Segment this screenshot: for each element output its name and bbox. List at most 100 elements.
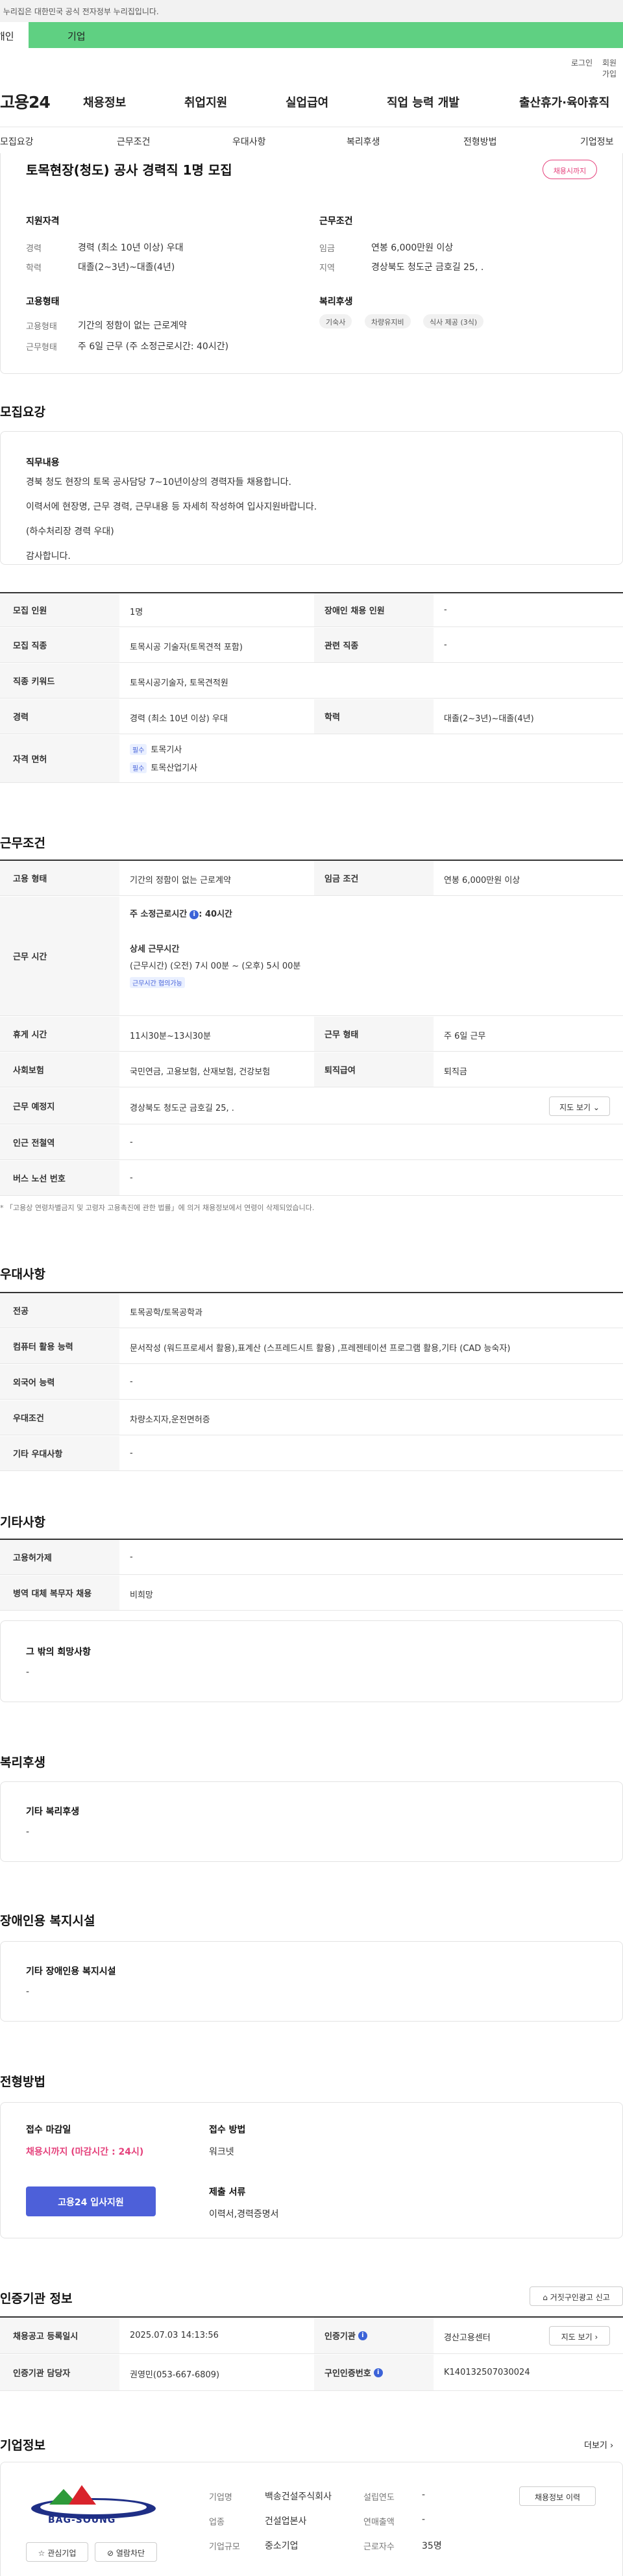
- favorite-company-button[interactable]: ☆ 관심기업: [26, 2542, 88, 2562]
- anchor-recruit[interactable]: 모집요강: [0, 135, 34, 148]
- anchor-preference[interactable]: 우대사항: [232, 135, 266, 148]
- apply-button[interactable]: 고용24 입사지원: [26, 2186, 156, 2216]
- deadline-badge: 채용시까지: [543, 160, 597, 179]
- row-label: 버스 노선 번호: [0, 1161, 119, 1195]
- welfare-chip: 기숙사: [319, 314, 352, 328]
- block-company-button[interactable]: ⊘ 열람차단: [95, 2542, 157, 2562]
- login-link[interactable]: 로그인: [571, 57, 592, 68]
- emp-type-value: 기간의 정함이 없는 근로계약: [78, 321, 187, 331]
- anchor-conditions[interactable]: 근무조건: [117, 135, 151, 148]
- license-name: 토목기사: [151, 745, 182, 755]
- tab-personal[interactable]: 개인: [0, 22, 29, 48]
- table-row: 고용 형태 기간의 정함이 없는 근로계약 임금 조건 연봉 6,000만원 이…: [0, 861, 623, 896]
- company-name-label: 기업명: [209, 2493, 232, 2503]
- license-name: 토목산업기사: [151, 763, 198, 773]
- edu-label: 학력: [26, 264, 42, 273]
- table-row: 병역 대체 복무자 채용 비희망: [0, 1576, 623, 1611]
- table-row: 외국어 능력 -: [0, 1365, 623, 1400]
- row-label: 전공: [0, 1293, 119, 1328]
- work-type-label: 근무형태: [26, 343, 57, 353]
- table-row: 기타 우대사항 -: [0, 1436, 623, 1471]
- gnb-parental-leave[interactable]: 출산휴가·육아휴직: [519, 93, 609, 110]
- related-job: -: [444, 640, 447, 650]
- tab-company[interactable]: 기업: [29, 22, 623, 48]
- work-type: 주 6일 근무: [444, 1032, 486, 1041]
- table-row: 모집 직종 토목시공 기술자(토목견적 포함) 관련 직종 -: [0, 628, 623, 663]
- certifying-agency: 경산고용센터: [444, 2333, 491, 2343]
- employment-heading: 고용형태: [26, 297, 60, 307]
- table-row: 직종 키워드 토목시공기술자, 토목견적원: [0, 663, 623, 699]
- table-row: 자격 면허 필수 토목기사 필수 토목산업기사: [0, 735, 623, 783]
- wish-title: 그 밖의 희망사항: [26, 1647, 91, 1657]
- row-label: 우대조건: [0, 1400, 119, 1435]
- section-title-recruit: 모집요강: [0, 405, 45, 419]
- edu-value: 대졸(2~3년)~대졸(4년): [78, 262, 175, 273]
- founded-label: 설립연도: [363, 2493, 395, 2503]
- job-history-button[interactable]: 채용정보 이력: [519, 2486, 596, 2506]
- duties-line: (하수처리장 경력 우대): [26, 526, 114, 537]
- weekly-hours: 주 소정근로시간 i: 40시간: [130, 907, 232, 919]
- gnb-employment-support[interactable]: 취업지원: [184, 93, 227, 110]
- deadline-label: 접수 마감일: [26, 2125, 71, 2135]
- report-button[interactable]: ⌂ 거짓구인광고 신고: [530, 2286, 623, 2306]
- preferred-conditions: 차량소지자,운전면허증: [130, 1415, 210, 1425]
- row-label: 임금 조건: [314, 861, 434, 895]
- nearby-subway: -: [130, 1137, 133, 1147]
- row-label: 모집 직종: [0, 628, 119, 662]
- favorite-label: 관심기업: [47, 2549, 77, 2558]
- anchor-selection[interactable]: 전형방법: [463, 135, 497, 148]
- facility-box: [0, 1941, 623, 2022]
- qualification-heading: 지원자격: [26, 216, 60, 227]
- company-name: 백송건설주식회사: [265, 2492, 332, 2502]
- gnb-unemployment[interactable]: 실업급여: [286, 93, 328, 110]
- map-button[interactable]: 지도 보기 ⌄: [549, 1096, 610, 1116]
- facility-box-text: -: [26, 1987, 30, 1997]
- section-title-conditions: 근무조건: [0, 836, 45, 850]
- user-type-tabs: 개인 기업: [0, 22, 623, 48]
- info-icon[interactable]: i: [189, 910, 199, 919]
- row-label: 병역 대체 복무자 채용: [0, 1576, 119, 1610]
- welfare-chip: 차량유지비: [365, 314, 411, 328]
- anchor-welfare[interactable]: 복리후생: [347, 135, 380, 148]
- map-button-label: 지도 보기: [559, 1103, 591, 1112]
- region-value: 경상북도 청도군 금호길 25, .: [371, 262, 484, 273]
- recruit-career: 경력 (최소 10년 이상) 우대: [130, 714, 228, 724]
- license-item: 필수 토목기사: [130, 743, 182, 755]
- site-logo[interactable]: 고용24: [0, 90, 51, 113]
- section-title-company: 기업정보: [0, 2438, 45, 2453]
- retirement-pay: 퇴직금: [444, 1067, 467, 1077]
- table-row: 버스 노선 번호 -: [0, 1161, 623, 1196]
- gnb-jobs[interactable]: 채용정보: [83, 93, 126, 110]
- welfare-chip: 식사 제공 (3식): [423, 314, 484, 328]
- docs-value: 이력서,경력증명서: [209, 2209, 279, 2220]
- staff-count: 35명: [422, 2541, 442, 2551]
- required-tag: 필수: [130, 762, 147, 773]
- duties-line: 이력서에 현장명, 근무 경력, 근무내용 등 자세히 작성하여 입사지원바랍니…: [26, 502, 317, 512]
- info-icon[interactable]: i: [373, 2368, 383, 2377]
- employment-permit: -: [130, 1552, 133, 1562]
- company-more-link[interactable]: 더보기 ›: [584, 2438, 613, 2451]
- social-insurance: 국민연금, 고용보험, 산재보험, 건강보험: [130, 1067, 271, 1077]
- duties-line: 경북 청도 현장의 토목 공사담당 7~10년이상의 경력자들 채용합니다.: [26, 477, 291, 488]
- row-label: 고용 형태: [0, 861, 119, 895]
- company-logo: BAG-SOUNG: [23, 2479, 161, 2531]
- career-value: 경력 (최소 10년 이상) 우대: [78, 243, 184, 253]
- auth-label: 구인인증번호: [324, 2369, 371, 2379]
- recruit-count: 1명: [130, 608, 143, 617]
- star-icon: ☆: [38, 2549, 45, 2558]
- posted-date: 2025.07.03 14:13:56: [130, 2331, 219, 2340]
- sales-label: 연매출액: [363, 2518, 395, 2527]
- duties-box: [0, 431, 623, 565]
- wish-box: [0, 1620, 623, 1702]
- more-label: 더보기: [584, 2441, 607, 2451]
- row-label: 경력: [0, 699, 119, 734]
- docs-label: 제출 서류: [209, 2187, 246, 2198]
- chevron-down-icon: ⌄: [592, 1103, 600, 1112]
- agency-map-button[interactable]: 지도 보기 ›: [549, 2326, 610, 2346]
- work-place: 경상북도 청도군 금호길 25, .: [130, 1104, 234, 1113]
- gnb-training[interactable]: 직업 능력 개발: [387, 93, 459, 110]
- recruit-edu: 대졸(2~3년)~대졸(4년): [444, 714, 534, 724]
- anchor-company[interactable]: 기업정보: [580, 135, 614, 148]
- info-icon[interactable]: i: [358, 2331, 367, 2340]
- gov-banner: 이 누리집은 대한민국 공식 전자정부 누리집입니다.: [0, 0, 623, 22]
